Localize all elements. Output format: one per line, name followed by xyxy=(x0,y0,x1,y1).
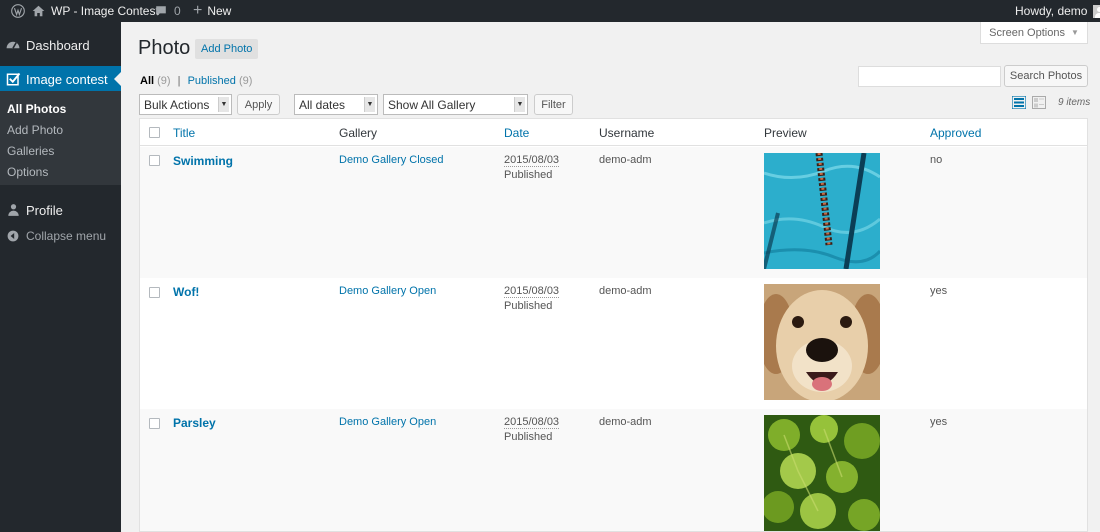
items-count: 9 items xyxy=(1058,97,1091,108)
row-approved: no xyxy=(930,154,943,166)
bulk-actions-select[interactable]: Bulk Actions ▼ xyxy=(139,94,232,115)
caret-down-icon: ▼ xyxy=(1070,28,1079,37)
column-header-date[interactable]: Date xyxy=(504,126,529,140)
menu-profile[interactable]: Profile xyxy=(0,197,121,223)
home-icon xyxy=(32,5,45,17)
row-title-link[interactable]: Parsley xyxy=(173,416,216,430)
comment-bubble-icon xyxy=(156,6,166,16)
date-filter-select[interactable]: All dates ▼ xyxy=(294,94,378,115)
collapse-menu-label: Collapse menu xyxy=(26,229,107,243)
view-published-link[interactable]: Published xyxy=(188,75,236,87)
comments-count: 0 xyxy=(174,4,181,18)
collapse-menu-button[interactable]: Collapse menu xyxy=(0,227,106,245)
row-checkbox[interactable] xyxy=(149,155,160,166)
submenu-galleries[interactable]: Galleries xyxy=(7,144,54,158)
submenu-all-photos[interactable]: All Photos xyxy=(7,102,66,116)
excerpt-view-icon[interactable] xyxy=(1032,96,1046,109)
row-username: demo-adm xyxy=(599,285,652,297)
pool-lane-preview-image xyxy=(764,153,880,269)
column-header-username: Username xyxy=(599,126,655,140)
admin-menu: Dashboard Image contest All Photos Add P… xyxy=(0,22,121,532)
table-row: Swimming Demo Gallery Closed 2015/08/03 … xyxy=(140,147,1087,278)
row-title-link[interactable]: Swimming xyxy=(173,154,233,168)
view-all-count: (9) xyxy=(157,75,171,87)
my-account-link[interactable]: Howdy, demo xyxy=(1015,0,1100,22)
screen-options-label: Screen Options xyxy=(989,26,1065,39)
filter-button[interactable]: Filter xyxy=(534,94,573,115)
column-header-gallery: Gallery xyxy=(339,126,378,140)
row-date: 2015/08/03 Published xyxy=(504,153,560,183)
photos-table: Title Gallery Date Username Preview Appr… xyxy=(139,118,1088,532)
row-date: 2015/08/03 Published xyxy=(504,284,560,314)
menu-image-contest[interactable]: Image contest xyxy=(0,66,121,92)
view-separator: | xyxy=(177,75,181,87)
row-status: Published xyxy=(504,169,553,181)
row-date-value: 2015/08/03 xyxy=(504,416,560,429)
current-menu-arrow xyxy=(114,72,121,86)
table-row: Parsley Demo Gallery Open 2015/08/03 Pub… xyxy=(140,409,1087,531)
row-gallery-link[interactable]: Demo Gallery Closed xyxy=(339,154,444,166)
row-approved: yes xyxy=(930,285,948,297)
search-photos-button[interactable]: Search Photos xyxy=(1004,65,1088,87)
row-status: Published xyxy=(504,300,553,312)
row-gallery-link[interactable]: Demo Gallery Open xyxy=(339,285,436,297)
dashboard-icon xyxy=(0,37,26,53)
select-arrow-icon: ▼ xyxy=(364,97,375,112)
row-approved: yes xyxy=(930,416,948,428)
gallery-filter-value: Show All Gallery xyxy=(388,97,476,112)
row-date: 2015/08/03 Published xyxy=(504,415,560,445)
new-content-link[interactable]: + New xyxy=(193,0,231,22)
avatar xyxy=(1093,4,1100,18)
view-all-link[interactable]: All xyxy=(140,75,154,87)
submenu-options[interactable]: Options xyxy=(7,165,48,179)
page-title: Photo xyxy=(138,37,191,59)
row-date-value: 2015/08/03 xyxy=(504,154,560,167)
view-published-count: (9) xyxy=(238,75,253,87)
apply-button[interactable]: Apply xyxy=(237,94,280,115)
table-row: Wof! Demo Gallery Open 2015/08/03 Publis… xyxy=(140,278,1087,409)
row-username: demo-adm xyxy=(599,416,652,428)
image-contest-submenu: All Photos Add Photo Galleries Options xyxy=(0,91,121,185)
user-icon xyxy=(0,203,26,217)
column-header-title[interactable]: Title xyxy=(173,126,195,140)
admin-bar: WP - Image Contest 0 + New Howdy, demo xyxy=(0,0,1100,22)
add-photo-button[interactable]: Add Photo xyxy=(195,39,259,59)
greeting: Howdy, demo xyxy=(1015,4,1088,18)
menu-profile-label: Profile xyxy=(26,202,63,218)
row-title-link[interactable]: Wof! xyxy=(173,285,199,299)
date-filter-value: All dates xyxy=(299,97,346,112)
screen-options-button[interactable]: Screen Options ▼ xyxy=(980,22,1088,44)
menu-dashboard[interactable]: Dashboard xyxy=(0,32,121,58)
comments-link[interactable]: 0 xyxy=(155,0,181,22)
submenu-add-photo[interactable]: Add Photo xyxy=(7,123,63,137)
select-arrow-icon: ▼ xyxy=(514,97,525,112)
column-header-preview: Preview xyxy=(764,126,807,140)
new-label: New xyxy=(207,4,232,18)
table-header: Title Gallery Date Username Preview Appr… xyxy=(140,119,1087,146)
select-all-checkbox[interactable] xyxy=(149,127,160,138)
checkbox-icon xyxy=(0,72,26,87)
row-status: Published xyxy=(504,431,553,443)
site-name-link[interactable]: WP - Image Contest xyxy=(32,0,159,22)
gallery-filter-select[interactable]: Show All Gallery ▼ xyxy=(383,94,528,115)
menu-dashboard-label: Dashboard xyxy=(26,37,90,53)
status-views: All (9) | Published (9) xyxy=(140,75,252,87)
wordpress-logo-icon[interactable] xyxy=(11,0,25,22)
parsley-preview-image xyxy=(764,415,880,531)
list-view-icon[interactable] xyxy=(1011,95,1027,110)
bulk-actions-value: Bulk Actions xyxy=(144,97,210,112)
row-gallery-link[interactable]: Demo Gallery Open xyxy=(339,416,436,428)
row-checkbox[interactable] xyxy=(149,287,160,298)
plus-icon: + xyxy=(193,2,203,19)
search-input[interactable] xyxy=(858,66,1001,87)
site-name: WP - Image Contest xyxy=(51,4,159,18)
row-checkbox[interactable] xyxy=(149,418,160,429)
column-header-approved[interactable]: Approved xyxy=(930,126,981,140)
row-username: demo-adm xyxy=(599,154,652,166)
select-arrow-icon: ▼ xyxy=(218,97,229,112)
dog-preview-image xyxy=(764,284,880,400)
collapse-arrow-icon xyxy=(0,230,26,242)
row-date-value: 2015/08/03 xyxy=(504,285,560,298)
menu-image-contest-label: Image contest xyxy=(26,71,108,87)
